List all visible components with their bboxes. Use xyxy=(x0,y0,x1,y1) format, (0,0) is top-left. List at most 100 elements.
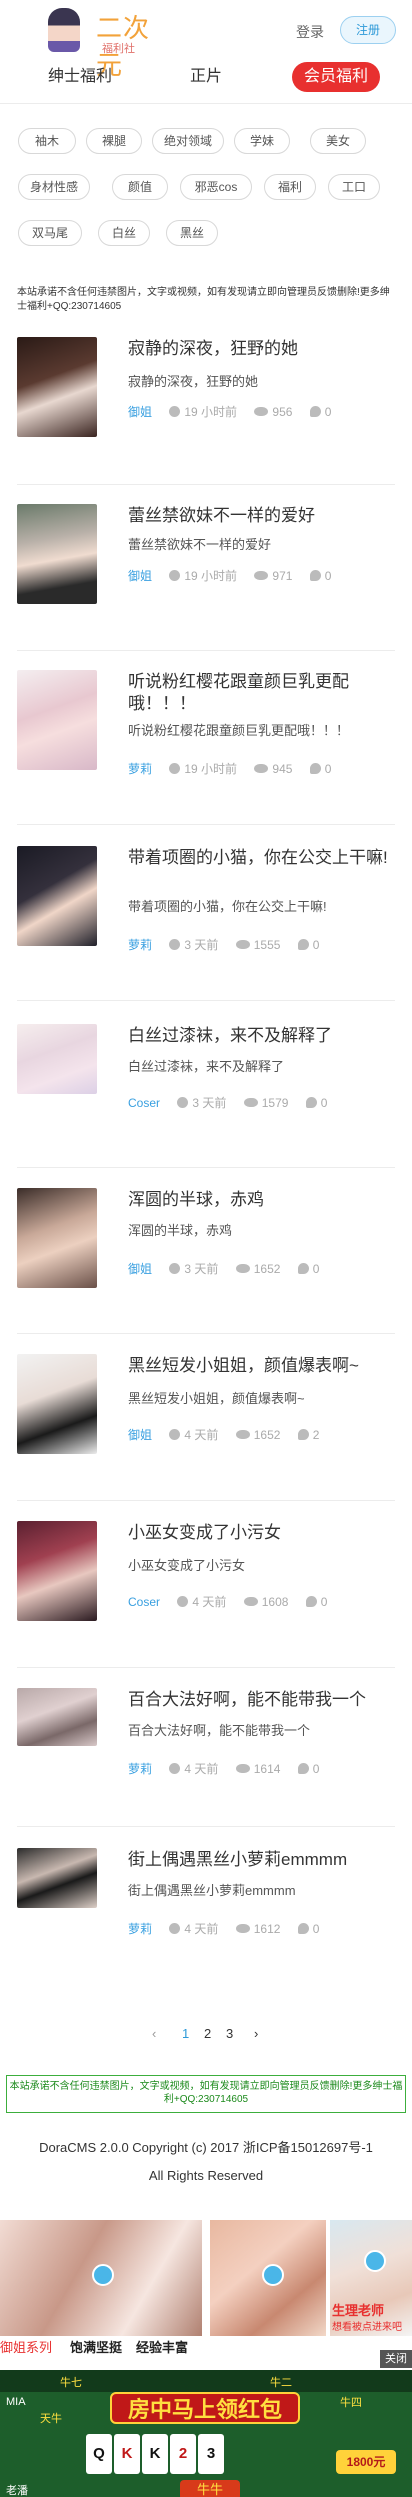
post-title[interactable]: 寂静的深夜，狂野的她 xyxy=(128,338,398,360)
tag-item[interactable]: 袖木 xyxy=(18,128,76,154)
post-category[interactable]: Coser xyxy=(128,1096,160,1110)
post-thumbnail[interactable] xyxy=(17,846,97,946)
main-nav: 绅士福利 正片 会员福利 xyxy=(0,56,412,98)
post-thumbnail[interactable] xyxy=(17,670,97,770)
post-category[interactable]: 萝莉 xyxy=(128,936,152,953)
post-thumbnail[interactable] xyxy=(17,1354,97,1454)
post-thumbnail[interactable] xyxy=(17,504,97,604)
tag-item[interactable]: 双马尾 xyxy=(18,220,82,246)
post-views: 1555 xyxy=(253,937,281,952)
post-title[interactable]: 白丝过漆袜，来不及解释了 xyxy=(128,1025,398,1047)
post-thumbnail[interactable] xyxy=(17,337,97,437)
pagination-page-1[interactable]: 1 xyxy=(182,2026,189,2041)
tag-item[interactable]: 颜值 xyxy=(112,174,168,200)
play-icon[interactable] xyxy=(262,2264,284,2286)
play-icon[interactable] xyxy=(364,2250,386,2272)
playing-card: Q xyxy=(86,2434,112,2474)
ad-banner-video[interactable]: 御姐系列 饱满坚挺 经验丰富 生理老师 想看被点进来吧 关闭 xyxy=(0,2220,412,2368)
post-title[interactable]: 百合大法好啊，能不能带我一个 xyxy=(128,1689,398,1711)
comment-icon xyxy=(305,1596,317,1607)
post-views: 1614 xyxy=(253,1761,281,1776)
clock-icon xyxy=(177,1596,189,1607)
post-title[interactable]: 蕾丝禁欲妹不一样的爱好 xyxy=(128,505,398,527)
tag-item[interactable]: 身材性感 xyxy=(18,174,90,200)
play-icon[interactable] xyxy=(92,2264,114,2286)
post-title[interactable]: 听说粉红樱花跟童颜巨乳更配哦！！！ xyxy=(128,671,398,715)
clock-icon xyxy=(169,570,181,581)
pagination-prev[interactable]: ‹ xyxy=(152,2026,156,2041)
post-thumbnail[interactable] xyxy=(17,1688,97,1746)
pagination-page-3[interactable]: 3 xyxy=(226,2026,233,2041)
post-item[interactable]: 听说粉红樱花跟童颜巨乳更配哦！！！ 听说粉红樱花跟童颜巨乳更配哦！！！ 萝莉 1… xyxy=(17,670,395,810)
post-item[interactable]: 带着项圈的小猫，你在公交上干嘛! 带着项圈的小猫，你在公交上干嘛! 萝莉 3 天… xyxy=(17,846,395,986)
post-thumbnail[interactable] xyxy=(17,1521,97,1621)
register-button[interactable]: 注册 xyxy=(340,16,396,44)
tab-member-welfare[interactable]: 会员福利 xyxy=(292,62,381,92)
post-item[interactable]: 寂静的深夜，狂野的她 寂静的深夜，狂野的她 御姐 19 小时前 956 0 xyxy=(17,337,395,477)
ad-headline[interactable]: 房中马上领红包 xyxy=(110,2392,300,2424)
comment-icon xyxy=(297,1923,309,1934)
post-item[interactable]: 浑圆的半球，赤鸡 浑圆的半球，赤鸡 御姐 3 天前 1652 0 xyxy=(17,1188,395,1328)
post-item[interactable]: 百合大法好啊，能不能带我一个 百合大法好啊，能不能带我一个 萝莉 4 天前 16… xyxy=(17,1688,395,1828)
post-category[interactable]: 御姐 xyxy=(128,403,152,420)
post-description: 百合大法好啊，能不能带我一个 xyxy=(128,1723,311,1738)
post-title[interactable]: 黑丝短发小姐姐，颜值爆表啊~ xyxy=(128,1355,398,1377)
post-title[interactable]: 小巫女变成了小污女 xyxy=(128,1522,398,1544)
eye-icon xyxy=(254,407,269,416)
tag-item[interactable]: 绝对领域 xyxy=(152,128,224,154)
post-thumbnail[interactable] xyxy=(17,1848,97,1908)
post-description: 带着项圈的小猫，你在公交上干嘛! xyxy=(128,899,327,914)
post-item[interactable]: 黑丝短发小姐姐，颜值爆表啊~ 黑丝短发小姐姐，颜值爆表啊~ 御姐 4 天前 16… xyxy=(17,1354,395,1494)
post-category[interactable]: 萝莉 xyxy=(128,1920,152,1937)
post-category[interactable]: 萝莉 xyxy=(128,1760,152,1777)
post-category[interactable]: 御姐 xyxy=(128,1426,152,1443)
post-category[interactable]: 萝莉 xyxy=(128,760,152,777)
tag-item[interactable]: 裸腿 xyxy=(86,128,142,154)
pagination-next[interactable]: › xyxy=(254,2026,258,2041)
tag-item[interactable]: 白丝 xyxy=(98,220,150,246)
post-description: 街上偶遇黑丝小萝莉emmmm xyxy=(128,1883,296,1898)
ad-banner-game[interactable]: 牛七 牛二 牛四 MIA 天牛 房中马上领红包 Q K K 2 3 老潘 180… xyxy=(0,2370,412,2497)
post-views: 945 xyxy=(272,761,293,776)
tag-item[interactable]: 邪恶cos xyxy=(180,174,252,200)
ad-niuniu-label: 牛牛 xyxy=(180,2480,240,2497)
post-title[interactable]: 带着项圈的小猫，你在公交上干嘛! xyxy=(128,847,398,869)
ad-close-button[interactable]: 关闭 xyxy=(380,2350,412,2368)
post-meta: Coser 4 天前 1608 0 xyxy=(128,1593,327,1610)
comment-icon xyxy=(309,763,321,774)
post-time: 19 小时前 xyxy=(184,762,238,776)
eye-icon xyxy=(254,764,269,773)
login-link[interactable]: 登录 xyxy=(296,22,324,42)
user-label: 老潘 xyxy=(6,2485,28,2497)
site-logo[interactable]: 二次元 福利社 xyxy=(38,8,158,81)
post-thumbnail[interactable] xyxy=(17,1024,97,1094)
post-item[interactable]: 白丝过漆袜，来不及解释了 白丝过漆袜，来不及解释了 Coser 3 天前 157… xyxy=(17,1024,395,1164)
tag-item[interactable]: 福利 xyxy=(264,174,316,200)
post-views: 1579 xyxy=(261,1095,289,1110)
player-label: 牛二 xyxy=(270,2377,292,2389)
post-thumbnail[interactable] xyxy=(17,1188,97,1288)
post-category[interactable]: 御姐 xyxy=(128,567,152,584)
post-item[interactable]: 街上偶遇黑丝小萝莉emmmm 街上偶遇黑丝小萝莉emmmm 萝莉 4 天前 16… xyxy=(17,1848,395,1988)
tab-gentleman-welfare[interactable]: 绅士福利 xyxy=(48,62,112,92)
pagination-page-2[interactable]: 2 xyxy=(204,2026,211,2041)
footer-copyright: DoraCMS 2.0.0 Copyright (c) 2017 浙ICP备15… xyxy=(39,2140,373,2155)
post-category[interactable]: Coser xyxy=(128,1595,160,1609)
playing-card: 3 xyxy=(198,2434,224,2474)
tab-main-film[interactable]: 正片 xyxy=(190,62,222,92)
post-item[interactable]: 小巫女变成了小污女 小巫女变成了小污女 Coser 4 天前 1608 0 xyxy=(17,1521,395,1661)
post-item[interactable]: 蕾丝禁欲妹不一样的爱好 蕾丝禁欲妹不一样的爱好 御姐 19 小时前 971 0 xyxy=(17,504,395,644)
playing-card: 2 xyxy=(170,2434,196,2474)
tag-item[interactable]: 美女 xyxy=(310,128,366,154)
clock-icon xyxy=(169,1263,181,1274)
tag-item[interactable]: 学妹 xyxy=(234,128,290,154)
ad-caption: 饱满坚挺 xyxy=(70,2340,123,2355)
header-divider xyxy=(0,103,412,104)
tag-item[interactable]: 工口 xyxy=(328,174,380,200)
post-title[interactable]: 街上偶遇黑丝小萝莉emmmm xyxy=(128,1849,398,1871)
post-category[interactable]: 御姐 xyxy=(128,1260,152,1277)
post-description: 浑圆的半球，赤鸡 xyxy=(128,1223,233,1238)
ad-prize-badge[interactable]: 1800元 xyxy=(336,2450,396,2474)
tag-item[interactable]: 黑丝 xyxy=(166,220,218,246)
post-title[interactable]: 浑圆的半球，赤鸡 xyxy=(128,1189,398,1211)
